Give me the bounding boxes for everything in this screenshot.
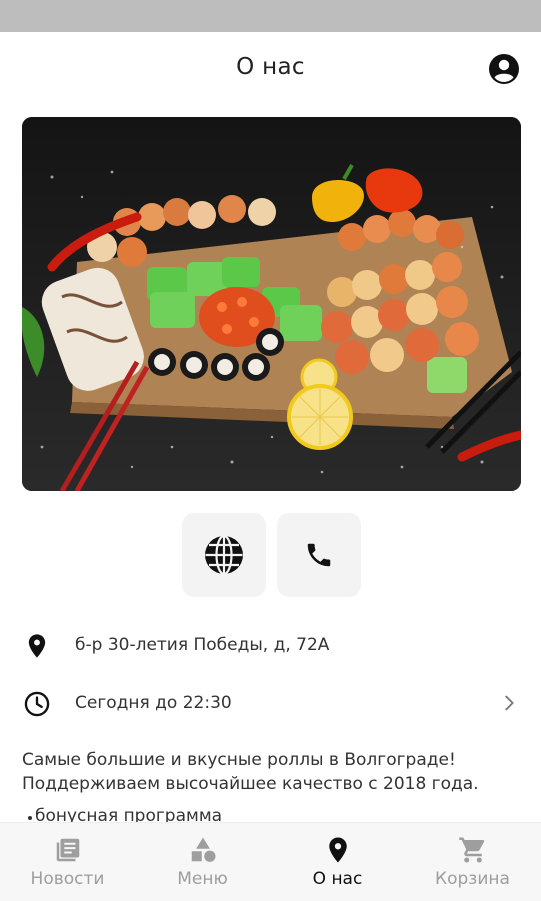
website-button[interactable]: [182, 513, 266, 597]
nav-label-menu: Меню: [177, 869, 228, 889]
description-text: Самые большие и вкусные роллы в Волгогра…: [22, 750, 479, 794]
address-row: б-р 30-летия Победы, д, 72А: [0, 625, 541, 665]
nav-item-menu[interactable]: Меню: [135, 823, 270, 901]
nav-label-cart: Корзина: [435, 869, 510, 889]
hero-image: [22, 117, 521, 491]
location-pin-icon: [328, 837, 347, 863]
account-circle-icon: [489, 54, 519, 84]
nav-label-news: Новости: [30, 869, 105, 889]
nav-item-about[interactable]: О нас: [270, 823, 405, 901]
bottom-nav: Новости Меню О нас Корзина: [0, 822, 541, 901]
nav-item-cart[interactable]: Корзина: [405, 823, 540, 901]
chevron-right-icon: [505, 695, 514, 711]
clock-icon: [24, 691, 50, 717]
hours-text: Сегодня до 22:30: [75, 693, 232, 713]
profile-button[interactable]: [487, 52, 521, 86]
page-title: О нас: [236, 54, 305, 80]
phone-icon: [307, 543, 331, 567]
hours-row[interactable]: Сегодня до 22:30: [0, 683, 541, 723]
phone-button[interactable]: [277, 513, 361, 597]
news-icon: [56, 838, 79, 862]
cart-icon: [458, 837, 484, 863]
shapes-menu-icon: [191, 837, 215, 862]
globe-icon: [205, 534, 243, 576]
nav-item-news[interactable]: Новости: [0, 823, 135, 901]
status-bar: [0, 0, 541, 32]
app-header: О нас: [0, 32, 541, 108]
nav-label-about: О нас: [312, 869, 363, 889]
location-pin-icon: [28, 634, 46, 658]
bullet-dot: [28, 816, 32, 820]
address-text: б-р 30-летия Победы, д, 72А: [75, 635, 330, 655]
